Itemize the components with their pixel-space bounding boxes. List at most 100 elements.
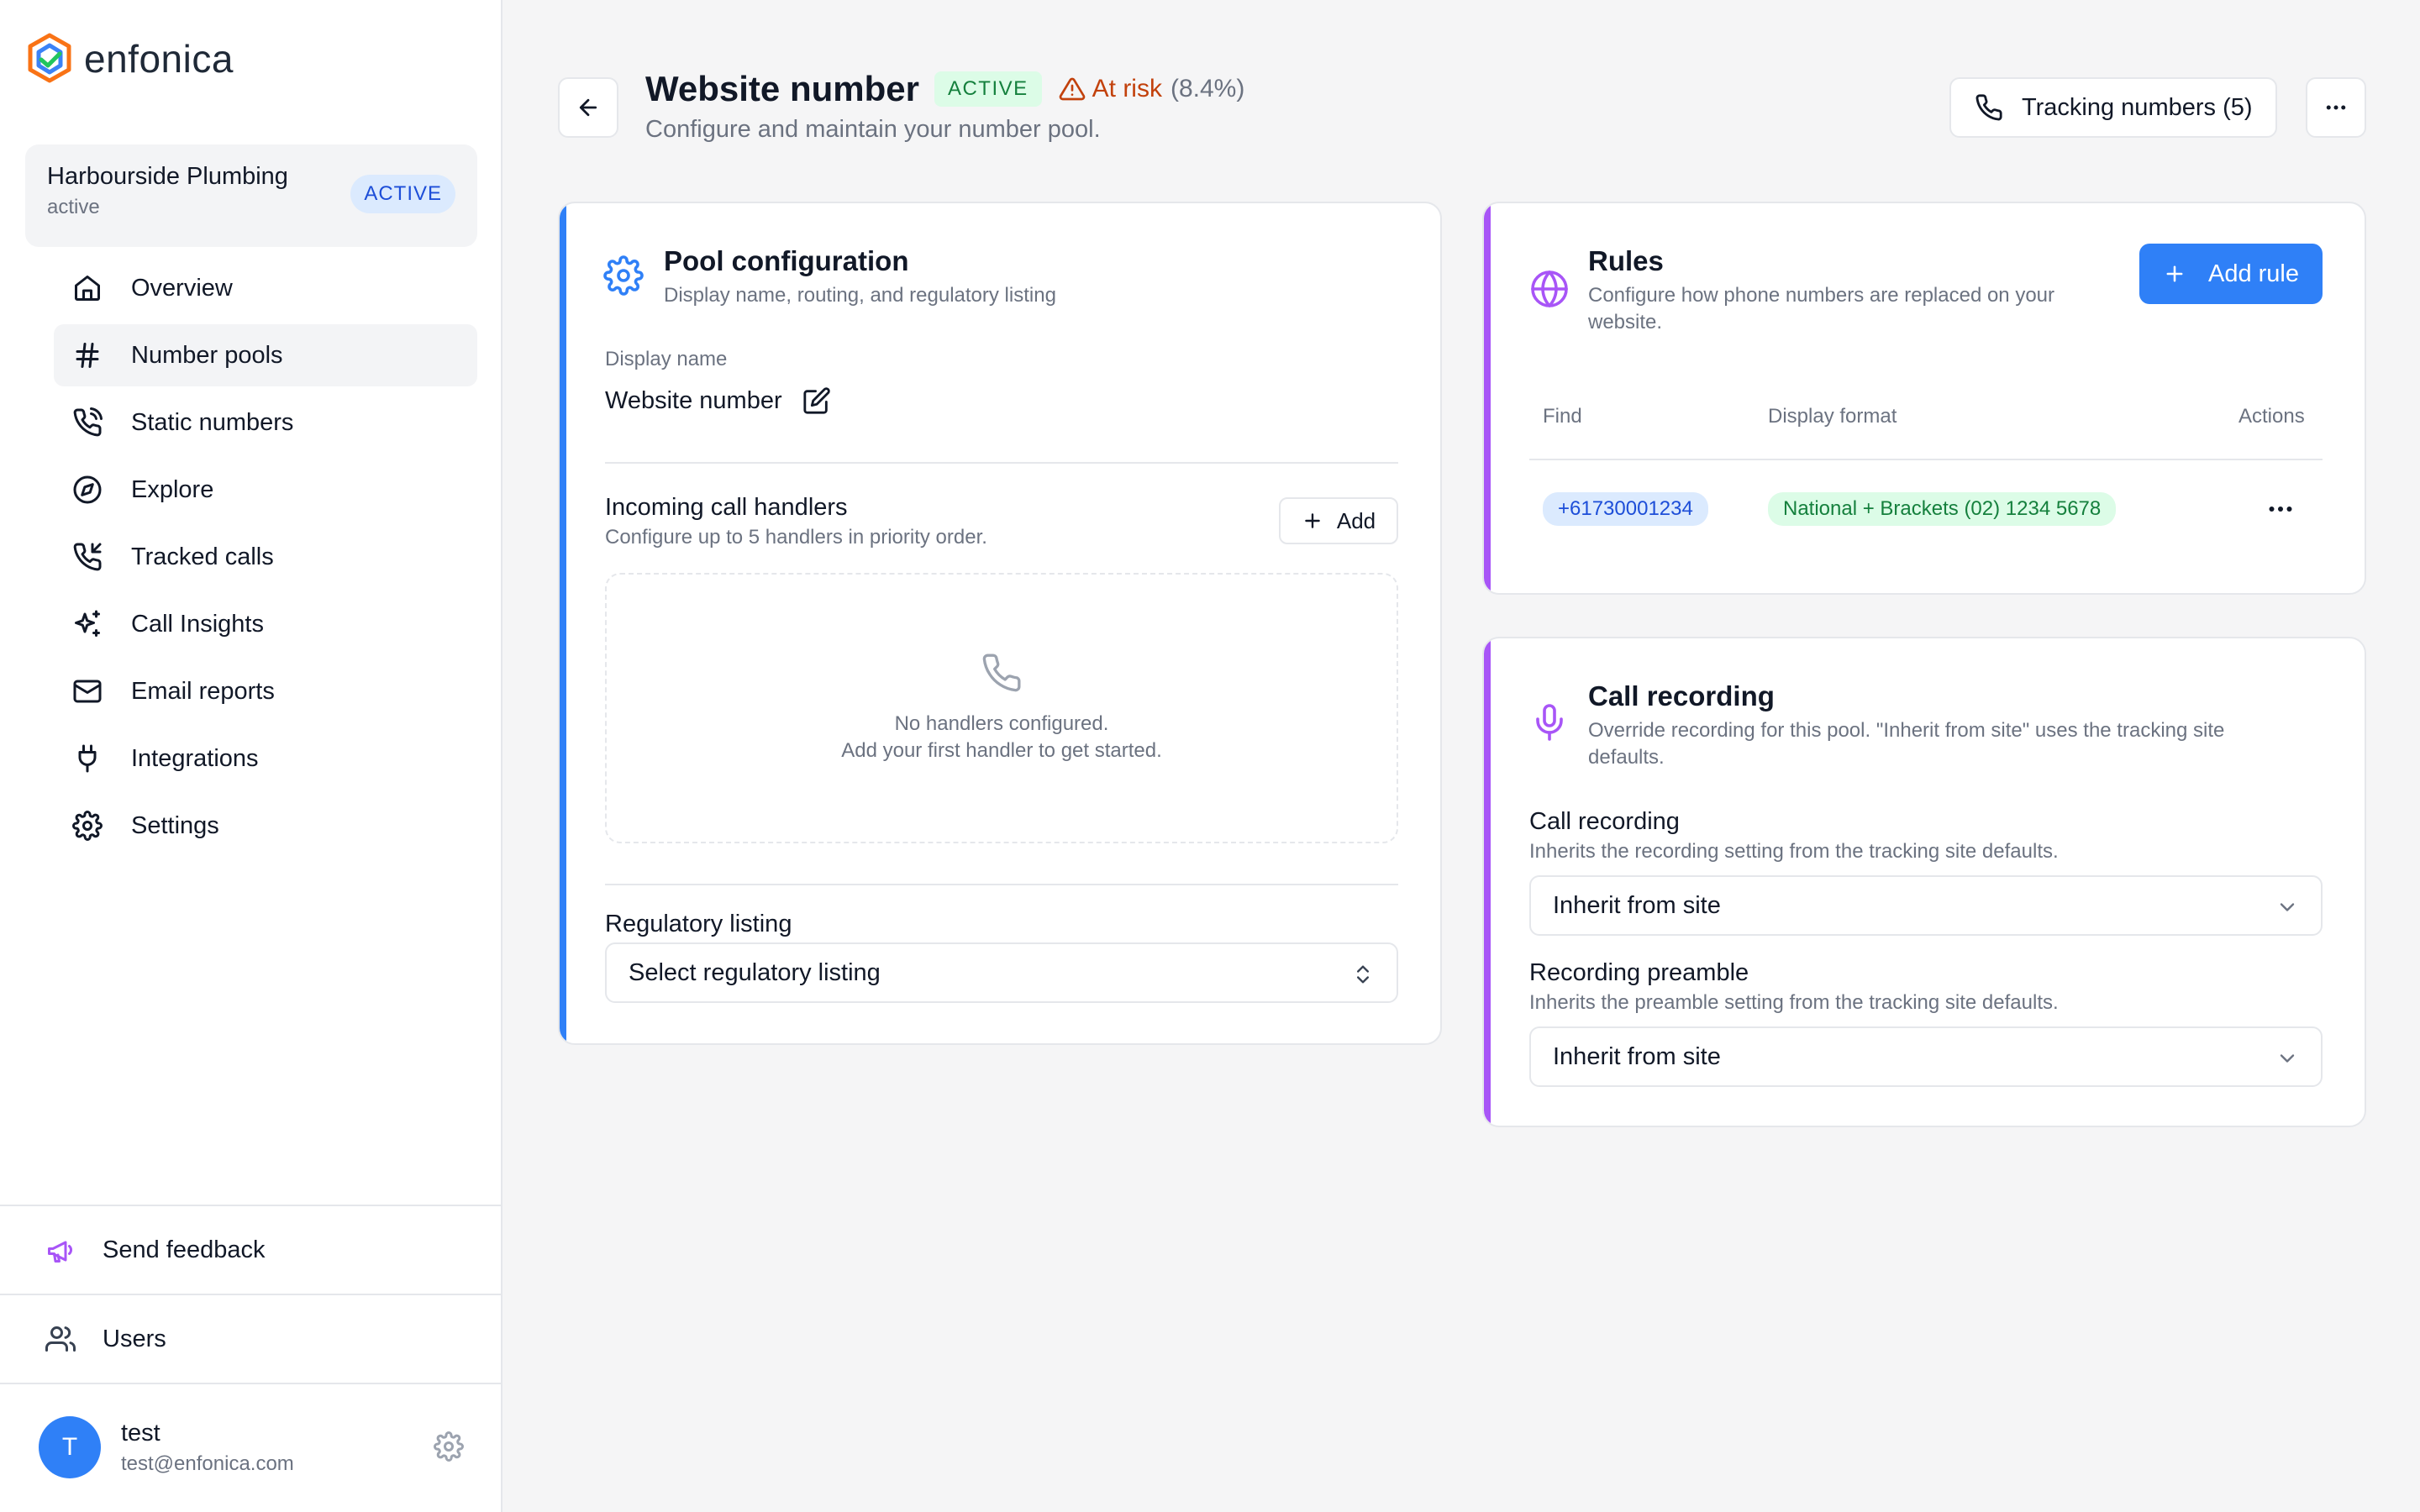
display-name-label: Display name xyxy=(605,348,728,370)
pool-configuration-card: Pool configuration Display name, routing… xyxy=(558,202,1442,1045)
tracking-numbers-button[interactable]: Tracking numbers (5) xyxy=(1949,77,2277,138)
card-title: Pool configuration xyxy=(664,245,909,276)
sidebar: enfonica Harbourside Plumbing active ACT… xyxy=(0,0,502,1512)
hash-icon xyxy=(76,343,99,368)
sidebar-item-static-numbers[interactable]: Static numbers xyxy=(54,391,477,454)
sidebar-item-label: Call Insights xyxy=(131,610,264,638)
rules-subtitle-line2: website. xyxy=(1588,311,1663,333)
sidebar-item-label: Overview xyxy=(131,274,233,302)
call-recording-value: Inherit from site xyxy=(1553,891,1721,919)
display-name-field: Website number xyxy=(605,386,831,415)
warning-triangle-icon xyxy=(1059,77,1085,101)
call-recording-subtitle-line2: defaults. xyxy=(1588,746,1665,769)
mail-icon xyxy=(73,680,102,703)
risk-label: At risk xyxy=(1092,75,1162,102)
sidebar-item-explore[interactable]: Explore xyxy=(54,459,477,521)
card-accent xyxy=(1484,203,1491,593)
handlers-subtitle: Configure up to 5 handlers in priority o… xyxy=(605,526,987,549)
sidebar-item-integrations[interactable]: Integrations xyxy=(54,727,477,790)
main-content: Website number ACTIVE At risk (8.4%) Con… xyxy=(502,0,2420,1512)
card-title: Call recording xyxy=(1588,680,1775,711)
page-title: Website number xyxy=(645,69,919,108)
chevron-down-icon xyxy=(2280,903,2295,911)
chevrons-up-down-icon xyxy=(1357,965,1369,984)
sidebar-item-label: Number pools xyxy=(131,341,283,369)
more-options-button[interactable] xyxy=(2306,77,2366,138)
sparkles-icon xyxy=(75,610,100,637)
megaphone-icon xyxy=(48,1241,72,1263)
user-profile[interactable]: T test test@enfonica.com xyxy=(0,1384,502,1510)
send-feedback-label: Send feedback xyxy=(103,1236,266,1263)
sidebar-item-call-insights[interactable]: Call Insights xyxy=(54,593,477,655)
user-settings-gear-icon[interactable] xyxy=(434,1431,464,1462)
sidebar-item-overview[interactable]: Overview xyxy=(54,257,477,319)
rule-display-format: National + Brackets (02) 1234 5678 xyxy=(1768,492,2117,526)
regulatory-listing-placeholder: Select regulatory listing xyxy=(629,958,881,986)
handlers-title: Incoming call handlers xyxy=(605,494,848,521)
tracking-numbers-label: Tracking numbers (5) xyxy=(2022,93,2253,121)
users-link[interactable]: Users xyxy=(0,1295,502,1383)
add-handler-button[interactable]: Add xyxy=(1279,497,1398,544)
user-name: test xyxy=(121,1419,160,1446)
phone-icon xyxy=(982,654,1021,692)
send-feedback-link[interactable]: Send feedback xyxy=(0,1206,502,1294)
account-status-badge: ACTIVE xyxy=(350,175,455,213)
empty-state-line2: Add your first handler to get started. xyxy=(841,739,1162,762)
edit-icon[interactable] xyxy=(802,386,831,415)
sidebar-item-email-reports[interactable]: Email reports xyxy=(54,660,477,722)
card-title: Rules xyxy=(1588,245,1664,276)
column-header-find: Find xyxy=(1543,405,1582,428)
users-icon xyxy=(45,1326,76,1352)
home-icon xyxy=(75,276,100,301)
display-name-value: Website number xyxy=(605,386,782,414)
page-header: Website number ACTIVE At risk (8.4%) xyxy=(645,69,1244,109)
page-subtitle: Configure and maintain your number pool. xyxy=(645,116,1101,143)
rule-find-value: +61730001234 xyxy=(1543,492,1708,526)
call-recording-card: Call recording Override recording for th… xyxy=(1482,637,2366,1127)
user-email: test@enfonica.com xyxy=(121,1452,294,1475)
divider xyxy=(605,884,1398,885)
handlers-empty-state: No handlers configured. Add your first h… xyxy=(605,573,1398,843)
brand-name: enfonica xyxy=(84,37,234,81)
add-rule-label: Add rule xyxy=(2207,260,2299,287)
compass-icon xyxy=(73,475,102,504)
phone-incoming-icon xyxy=(73,543,102,571)
recording-preamble-help: Inherits the preamble setting from the t… xyxy=(1529,991,2059,1014)
add-rule-button[interactable]: Add rule xyxy=(2139,244,2323,304)
plug-icon xyxy=(78,744,97,773)
gear-icon xyxy=(72,811,103,841)
card-subtitle: Display name, routing, and regulatory li… xyxy=(664,284,1056,307)
sidebar-item-label: Explore xyxy=(131,475,214,503)
card-accent xyxy=(560,203,566,1043)
plus-icon xyxy=(1305,513,1320,528)
sidebar-item-number-pools[interactable]: Number pools xyxy=(54,324,477,386)
more-horizontal-icon xyxy=(2326,105,2346,110)
chevron-down-icon xyxy=(2280,1054,2295,1063)
back-button[interactable] xyxy=(558,77,618,138)
regulatory-listing-title: Regulatory listing xyxy=(605,911,792,937)
arrow-left-icon xyxy=(579,98,597,117)
microphone-icon xyxy=(1536,704,1563,741)
call-recording-subtitle-line1: Override recording for this pool. "Inher… xyxy=(1588,719,2225,742)
brand-logo[interactable]: enfonica xyxy=(25,32,234,86)
column-header-display-format: Display format xyxy=(1768,405,1897,428)
sidebar-user-section: T test test@enfonica.com xyxy=(0,1383,502,1510)
row-actions-icon[interactable] xyxy=(2265,494,2296,524)
sidebar-item-label: Static numbers xyxy=(131,408,294,436)
sidebar-feedback-section: Send feedback xyxy=(0,1205,502,1294)
recording-preamble-select[interactable]: Inherit from site xyxy=(1529,1026,2323,1087)
sidebar-users-section: Users xyxy=(0,1294,502,1383)
account-switcher[interactable]: Harbourside Plumbing active ACTIVE xyxy=(25,144,477,247)
divider xyxy=(1529,459,2323,460)
sidebar-nav: Overview Number pools Static numbers Exp… xyxy=(54,257,477,862)
empty-state-line1: No handlers configured. xyxy=(894,712,1109,735)
recording-preamble-value: Inherit from site xyxy=(1553,1042,1721,1070)
rules-subtitle-line1: Configure how phone numbers are replaced… xyxy=(1588,284,2055,307)
call-recording-select[interactable]: Inherit from site xyxy=(1529,875,2323,936)
sidebar-item-tracked-calls[interactable]: Tracked calls xyxy=(54,526,477,588)
sidebar-item-settings[interactable]: Settings xyxy=(54,795,477,857)
call-recording-label: Call recording xyxy=(1529,808,1680,835)
regulatory-listing-select[interactable]: Select regulatory listing xyxy=(605,942,1398,1003)
sidebar-item-label: Integrations xyxy=(131,744,259,772)
card-accent xyxy=(1484,638,1491,1126)
